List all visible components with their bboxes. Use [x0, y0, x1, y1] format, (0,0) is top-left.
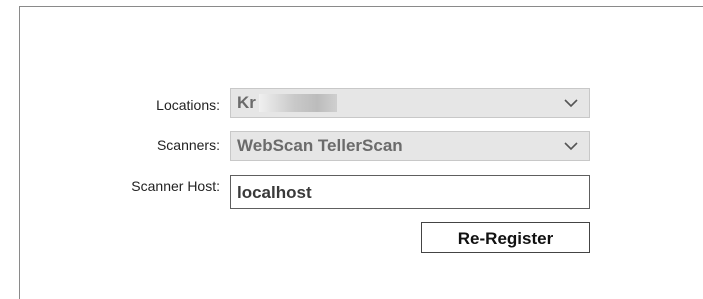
locations-dropdown[interactable]: Kr [230, 88, 590, 118]
scanners-value: WebScan TellerScan [237, 136, 403, 155]
redacted-text-block [259, 94, 337, 112]
locations-value: Kr [237, 93, 256, 112]
locations-label: Locations: [156, 97, 220, 113]
scanners-dropdown[interactable]: WebScan TellerScan [230, 131, 590, 161]
scanner-host-value: localhost [237, 183, 312, 202]
scanner-host-input[interactable]: localhost [230, 175, 590, 209]
scanners-label: Scanners: [156, 137, 220, 153]
chevron-down-icon[interactable] [563, 96, 579, 110]
reregister-button[interactable]: Re-Register [421, 222, 590, 253]
chevron-down-icon[interactable] [563, 139, 579, 153]
scanner-host-label: Scanner Host: [131, 178, 220, 194]
